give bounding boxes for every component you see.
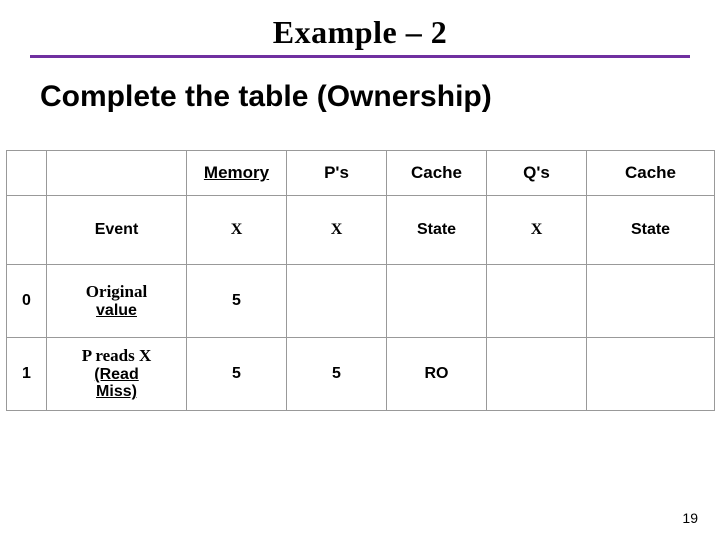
table-header-sub: Event X X State X State [7, 196, 715, 265]
page-number: 19 [682, 510, 698, 526]
sub-q-x: X [487, 196, 587, 265]
hdr-cache-q: Cache [587, 151, 715, 196]
sub-p-x: X [287, 196, 387, 265]
ownership-table: Memory P's Cache Q's Cache Event X X Sta… [6, 150, 715, 411]
hdr-blank-b [47, 151, 187, 196]
sub-blank [7, 196, 47, 265]
hdr-ps: P's [287, 151, 387, 196]
hdr-memory: Memory [187, 151, 287, 196]
row-event: P reads X (Read Miss) [47, 338, 187, 411]
sub-p-state: State [387, 196, 487, 265]
sub-q-state: State [587, 196, 715, 265]
table-row: 0 Original value 5 [7, 265, 715, 338]
title-area: Example – 2 [30, 14, 690, 58]
table-row: 1 P reads X (Read Miss) 5 5 RO [7, 338, 715, 411]
slide-subtitle: Complete the table (Ownership) [40, 80, 492, 114]
row-p-x [287, 265, 387, 338]
hdr-cache-p: Cache [387, 151, 487, 196]
row-event: Original value [47, 265, 187, 338]
row-p-state [387, 265, 487, 338]
row-q-state [587, 265, 715, 338]
sub-event: Event [47, 196, 187, 265]
row-q-x [487, 338, 587, 411]
row-q-state [587, 338, 715, 411]
slide-title: Example – 2 [273, 14, 447, 55]
sub-mem-x: X [187, 196, 287, 265]
row-mem-x: 5 [187, 338, 287, 411]
row-p-state: RO [387, 338, 487, 411]
row-p-x: 5 [287, 338, 387, 411]
row-q-x [487, 265, 587, 338]
slide: Example – 2 Complete the table (Ownershi… [0, 0, 720, 540]
row-index: 1 [7, 338, 47, 411]
hdr-qs: Q's [487, 151, 587, 196]
table-header-top: Memory P's Cache Q's Cache [7, 151, 715, 196]
row-index: 0 [7, 265, 47, 338]
hdr-blank-a [7, 151, 47, 196]
row-mem-x: 5 [187, 265, 287, 338]
title-rule: Example – 2 [30, 14, 690, 58]
